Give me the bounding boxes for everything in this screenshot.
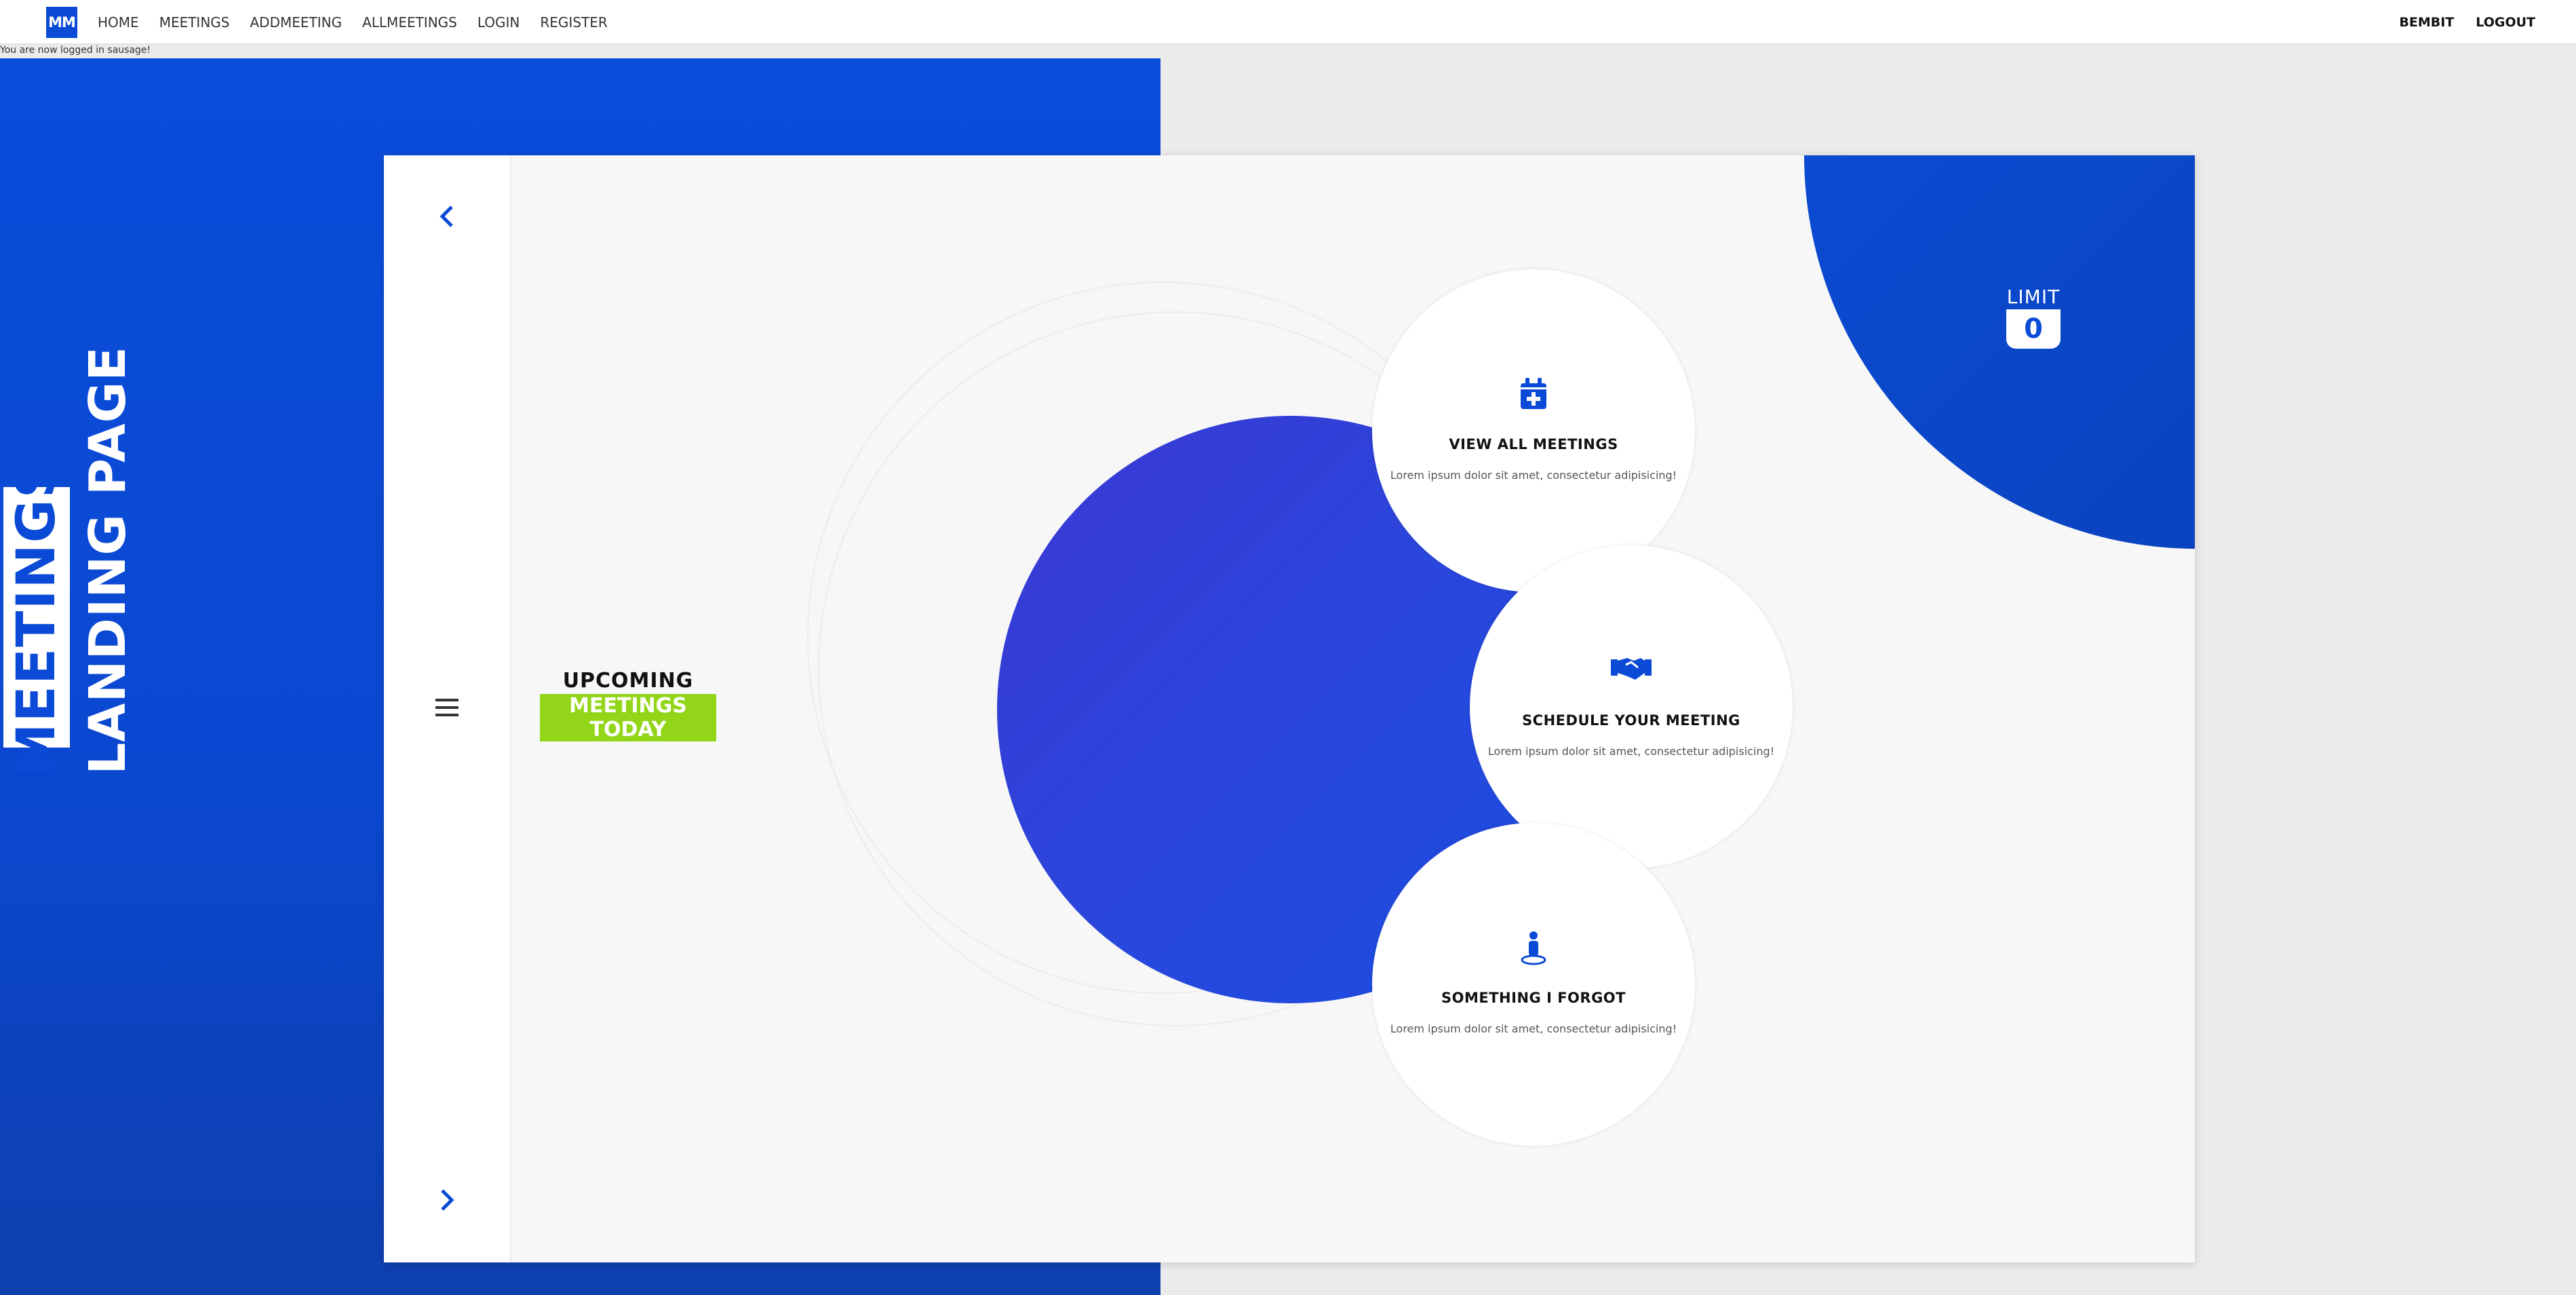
feature-forgot[interactable]: SOMETHING I FORGOT Lorem ipsum dolor sit… (1372, 823, 1695, 1146)
limit-value: 0 (2006, 309, 2061, 349)
corner-decoration (1804, 155, 2195, 549)
nav-allmeetings[interactable]: ALLMEETINGS (362, 14, 457, 31)
feature-desc: Lorem ipsum dolor sit amet, consectetur … (1390, 469, 1677, 482)
nav-user-area: BEMBIT LOGOUT (2377, 0, 2535, 45)
nav-meetings[interactable]: MEETINGS (159, 14, 230, 31)
prev-button[interactable] (384, 189, 510, 244)
limit-counter: LIMIT 0 (1999, 286, 2067, 349)
chevron-left-icon (440, 206, 453, 227)
brand-logo[interactable]: MM (46, 7, 77, 38)
handshake-icon (1611, 658, 1652, 680)
feature-title: SOMETHING I FORGOT (1441, 990, 1626, 1006)
main-card: LIMIT 0 UPCOMING MEETINGS TODAY VIEW ALL… (384, 155, 2195, 1262)
hero-title: MEETINGS LANDING PAGE (0, 208, 149, 776)
hamburger-icon (435, 699, 458, 716)
person-pin-icon (1521, 931, 1546, 965)
feature-desc: Lorem ipsum dolor sit amet, consectetur … (1390, 1022, 1677, 1035)
feature-icon-wrap (1372, 931, 1695, 972)
feature-title: SCHEDULE YOUR MEETING (1522, 712, 1740, 729)
feature-icon-wrap (1372, 378, 1695, 419)
feature-icon-wrap (1470, 654, 1793, 695)
nav-register[interactable]: REGISTER (540, 14, 607, 31)
upcoming-line2: MEETINGS TODAY (540, 694, 716, 741)
next-button[interactable] (384, 1173, 510, 1227)
nav-logout[interactable]: LOGOUT (2476, 15, 2535, 30)
feature-desc: Lorem ipsum dolor sit amet, consectetur … (1487, 745, 1775, 758)
upcoming-heading: UPCOMING MEETINGS TODAY (540, 669, 716, 741)
limit-label: LIMIT (2006, 286, 2061, 308)
hero-title-box: MEETINGS (3, 459, 70, 776)
flash-message: You are now logged in sausage! (0, 45, 151, 56)
card-sidebar (384, 155, 511, 1262)
nav-home[interactable]: HOME (98, 14, 139, 31)
feature-title: VIEW ALL MEETINGS (1449, 436, 1618, 452)
hero-title-line2-wrap: LANDING PAGE (77, 346, 138, 775)
nav-addmeeting[interactable]: ADDMEETING (250, 14, 343, 31)
nav-links: HOME MEETINGS ADDMEETING ALLMEETINGS LOG… (98, 0, 628, 45)
upcoming-line1: UPCOMING (562, 669, 694, 693)
top-navbar: MM HOME MEETINGS ADDMEETING ALLMEETINGS … (0, 0, 2576, 45)
nav-login[interactable]: LOGIN (477, 14, 520, 31)
chevron-right-icon (441, 1189, 454, 1211)
hero-title-line2: LANDING PAGE (79, 346, 137, 775)
nav-username[interactable]: BEMBIT (2399, 15, 2454, 30)
menu-button[interactable] (384, 680, 510, 735)
calendar-plus-icon (1521, 378, 1546, 409)
feature-schedule[interactable]: SCHEDULE YOUR MEETING Lorem ipsum dolor … (1470, 545, 1793, 868)
hero-title-line1: MEETINGS (6, 459, 67, 776)
feature-view-all[interactable]: VIEW ALL MEETINGS Lorem ipsum dolor sit … (1372, 269, 1695, 592)
